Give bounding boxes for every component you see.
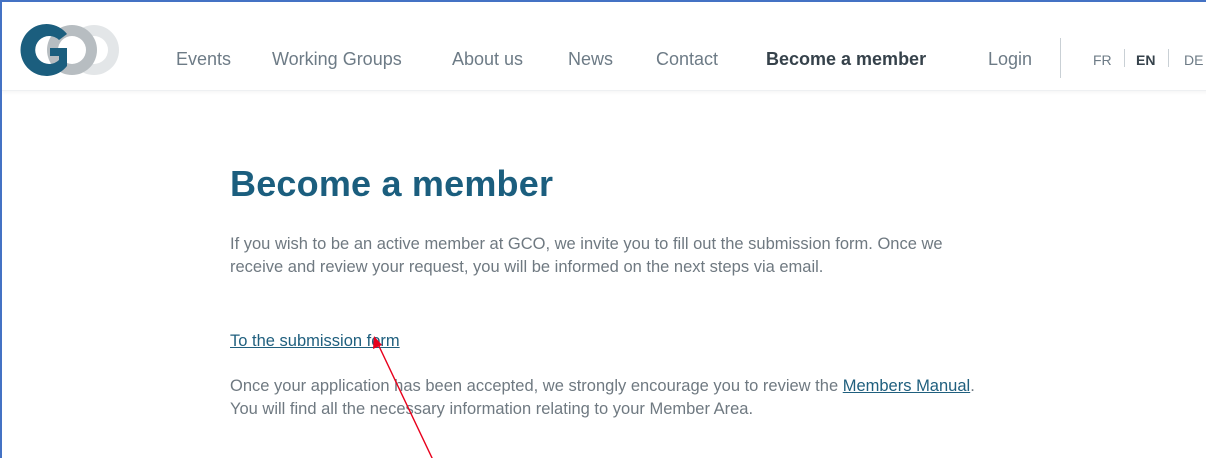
- members-manual-link[interactable]: Members Manual: [843, 377, 970, 395]
- lang-separator: [1168, 49, 1169, 67]
- intro-paragraph: If you wish to be an active member at GC…: [230, 235, 943, 276]
- lang-de[interactable]: DE: [1184, 52, 1203, 68]
- nav-item-become-a-member[interactable]: Become a member: [766, 49, 926, 70]
- page-title: Become a member: [230, 163, 554, 204]
- submission-link-paragraph: To the submission form: [230, 330, 400, 353]
- screenshot-frame: Events Working Groups About us News Cont…: [0, 0, 1206, 458]
- manual-paragraph: Once your application has been accepted,…: [230, 375, 990, 421]
- main-content: Become a member If you wish to be an act…: [230, 162, 990, 418]
- nav-item-about-us[interactable]: About us: [452, 49, 523, 70]
- submission-form-link[interactable]: To the submission form: [230, 332, 400, 350]
- lang-en[interactable]: EN: [1136, 52, 1155, 68]
- gco-logo-icon[interactable]: [18, 20, 122, 80]
- manual-text-before: Once your application has been accepted,…: [230, 377, 843, 395]
- nav-item-login[interactable]: Login: [988, 49, 1032, 70]
- nav-item-news[interactable]: News: [568, 49, 613, 70]
- site-header: Events Working Groups About us News Cont…: [2, 2, 1206, 91]
- nav-item-working-groups[interactable]: Working Groups: [272, 49, 402, 70]
- lang-fr[interactable]: FR: [1093, 52, 1112, 68]
- nav-item-contact[interactable]: Contact: [656, 49, 718, 70]
- nav-divider: [1060, 38, 1061, 78]
- lang-separator: [1124, 49, 1125, 67]
- nav-item-events[interactable]: Events: [176, 49, 231, 70]
